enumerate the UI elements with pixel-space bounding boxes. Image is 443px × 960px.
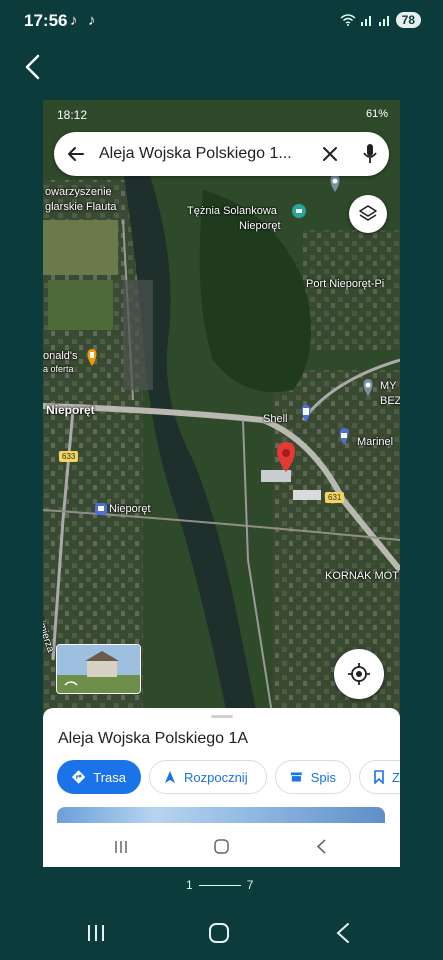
signal-icon-2 bbox=[378, 16, 389, 26]
outer-clock: 17:56 bbox=[24, 11, 68, 30]
pager-end: 7 bbox=[246, 878, 254, 892]
gas-station-pin-icon[interactable] bbox=[298, 405, 314, 423]
microphone-icon[interactable] bbox=[362, 143, 378, 165]
tiktok-icon: ♪ bbox=[70, 12, 78, 29]
start-chip[interactable]: Rozpocznij bbox=[149, 760, 267, 794]
map-label: Marinel bbox=[357, 436, 394, 448]
attraction-pin-icon[interactable] bbox=[291, 203, 307, 219]
road-shield: 631 bbox=[325, 492, 345, 503]
pager-line bbox=[198, 884, 241, 886]
back-button[interactable] bbox=[20, 52, 48, 82]
layers-icon bbox=[359, 205, 377, 221]
back-nav-icon[interactable] bbox=[315, 838, 327, 855]
shopping-pin-icon[interactable] bbox=[336, 428, 352, 446]
road-shield: 633 bbox=[59, 451, 79, 462]
store-icon bbox=[290, 772, 302, 782]
location-pin-icon[interactable] bbox=[327, 175, 343, 193]
inner-clock: 18:12 bbox=[57, 108, 88, 122]
bus-stop-icon[interactable] bbox=[94, 502, 108, 516]
street-view-image bbox=[57, 645, 140, 693]
map-label: Shell bbox=[263, 413, 288, 425]
map-layers-button[interactable] bbox=[349, 195, 387, 233]
my-location-button[interactable] bbox=[334, 649, 384, 699]
close-icon[interactable] bbox=[320, 144, 340, 164]
place-bottom-sheet[interactable]: Aleja Wojska Polskiego 1A Trasa Rozpoczn… bbox=[43, 708, 400, 867]
directions-icon bbox=[72, 770, 86, 784]
inner-nav-bar bbox=[43, 828, 400, 867]
map-label: Tężnia Solankowa bbox=[187, 205, 277, 217]
home-icon[interactable] bbox=[208, 922, 230, 944]
inner-status-bar: 18:12 61% bbox=[43, 100, 400, 128]
directions-chip[interactable]: Trasa bbox=[57, 760, 141, 794]
map-label: KORNAK MOT bbox=[325, 570, 399, 582]
search-bar[interactable]: Aleja Wojska Polskiego 1... bbox=[54, 132, 389, 176]
wifi-icon bbox=[340, 14, 356, 26]
place-photo-strip[interactable] bbox=[57, 807, 385, 823]
tiktok-icon-2: ♪ bbox=[88, 12, 96, 29]
street-view-thumbnail[interactable] bbox=[56, 644, 141, 694]
directory-label: Spis bbox=[310, 769, 336, 785]
outer-status-icons: 78 bbox=[340, 12, 421, 28]
navigation-arrow-icon bbox=[165, 771, 175, 783]
location-pin-icon[interactable] bbox=[360, 379, 376, 397]
save-chip[interactable]: Z bbox=[359, 760, 400, 794]
map-label-bus-stop: Nieporęt bbox=[109, 503, 151, 515]
bookmark-icon bbox=[374, 770, 384, 784]
recent-apps-icon[interactable] bbox=[113, 839, 129, 855]
arrow-left-icon[interactable] bbox=[66, 144, 86, 164]
map-label: onald's bbox=[43, 350, 78, 362]
place-title: Aleja Wojska Polskiego 1A bbox=[58, 730, 249, 747]
restaurant-pin-icon[interactable] bbox=[85, 349, 99, 367]
search-input[interactable]: Aleja Wojska Polskiego 1... bbox=[99, 145, 292, 163]
home-icon[interactable] bbox=[213, 838, 230, 855]
map-label: a oferta bbox=[43, 364, 74, 374]
page-indicator: 1 7 bbox=[186, 878, 253, 892]
signal-icon bbox=[360, 16, 371, 26]
system-nav-bar bbox=[0, 905, 443, 960]
map-label: glarskie Flauta bbox=[45, 201, 117, 213]
battery-badge: 78 bbox=[395, 12, 421, 28]
pager-start: 1 bbox=[186, 878, 193, 892]
directions-label: Trasa bbox=[93, 769, 126, 785]
action-chips: Trasa Rozpocznij Spis Z bbox=[57, 760, 400, 796]
outer-status-bar: 17:56 ♪ ♪ 78 bbox=[0, 0, 443, 40]
map-label-town: Nieporęt bbox=[46, 403, 95, 417]
inner-battery: 61% bbox=[365, 108, 388, 120]
map-label: MY bbox=[380, 380, 397, 392]
map-label: Nieporęt bbox=[239, 220, 281, 232]
directory-chip[interactable]: Spis bbox=[275, 760, 351, 794]
screenshot-preview[interactable]: owarzyszenie glarskie Flauta Tężnia Sola… bbox=[43, 100, 400, 867]
save-label: Z bbox=[392, 769, 400, 785]
drag-handle[interactable] bbox=[211, 715, 233, 718]
map-label: owarzyszenie bbox=[45, 186, 112, 198]
chevron-left-icon bbox=[25, 54, 40, 80]
start-label: Rozpocznij bbox=[184, 769, 248, 785]
crosshair-icon bbox=[348, 663, 370, 685]
back-nav-icon[interactable] bbox=[335, 922, 351, 944]
map-label: Port Nieporęt-Pi bbox=[306, 278, 385, 290]
map-label: BEZ bbox=[380, 395, 400, 407]
recent-apps-icon[interactable] bbox=[85, 923, 107, 943]
